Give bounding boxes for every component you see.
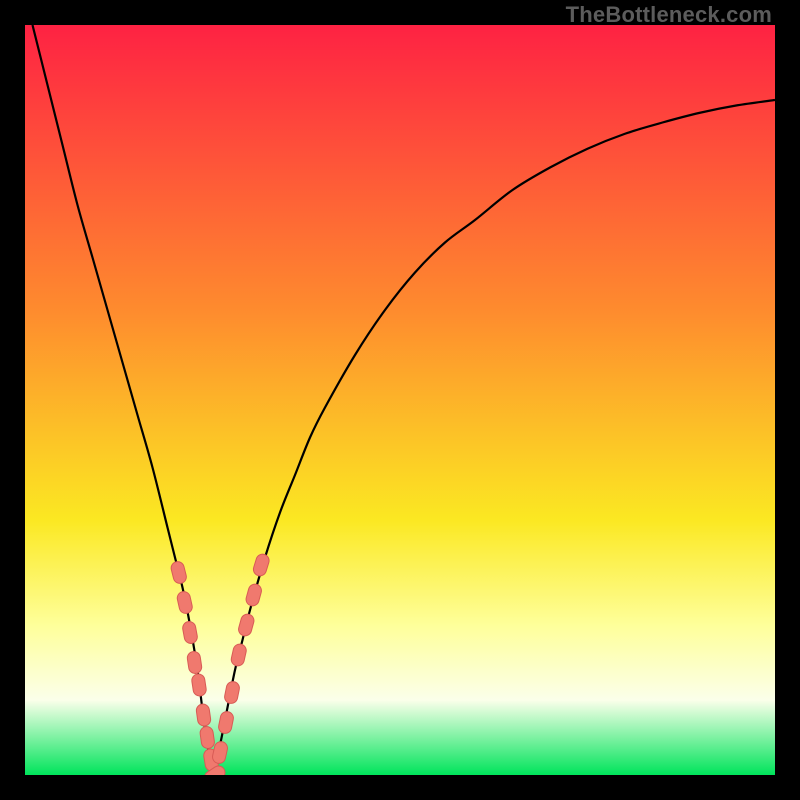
plot-frame bbox=[25, 25, 775, 775]
gradient-background bbox=[25, 25, 775, 775]
watermark-text: TheBottleneck.com bbox=[566, 2, 772, 28]
bottleneck-plot bbox=[25, 25, 775, 775]
